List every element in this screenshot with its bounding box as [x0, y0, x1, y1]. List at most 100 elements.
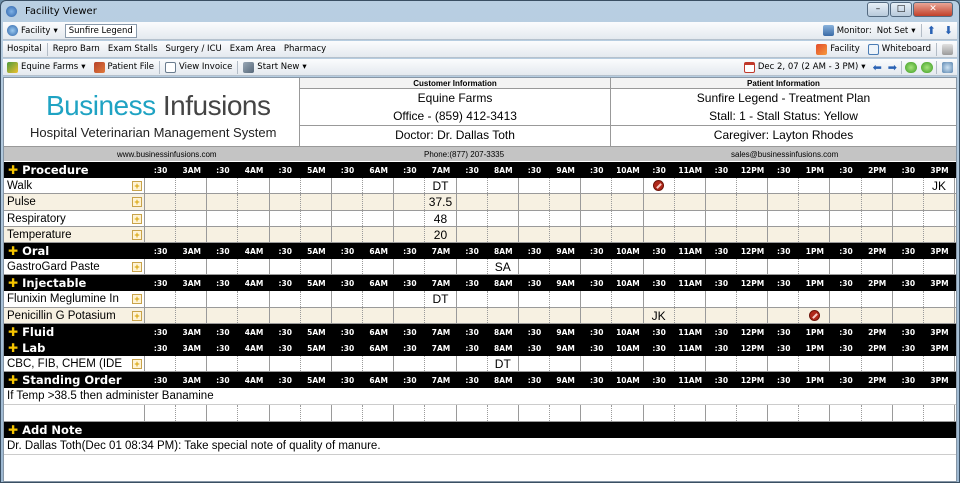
schedule-cell[interactable]: 20 — [425, 226, 457, 243]
schedule-cell[interactable] — [301, 291, 332, 307]
schedule-cell[interactable] — [737, 226, 769, 243]
schedule-cell[interactable] — [238, 178, 270, 194]
schedule-cell[interactable] — [207, 405, 239, 421]
schedule-cell[interactable] — [675, 356, 706, 372]
schedule-cell[interactable] — [145, 307, 177, 324]
equine-farms-dropdown[interactable]: Equine Farms ▾ — [3, 61, 90, 73]
stop-icon[interactable] — [808, 310, 820, 322]
schedule-cell[interactable] — [207, 178, 239, 194]
schedule-cell[interactable] — [519, 178, 551, 194]
schedule-cell[interactable] — [799, 259, 831, 275]
schedule-cell[interactable] — [394, 226, 426, 243]
schedule-cell[interactable] — [830, 194, 862, 210]
schedule-cell[interactable]: DT — [425, 291, 457, 307]
schedule-cell[interactable] — [145, 259, 177, 275]
section-header-injectable[interactable]: ✚ Injectable:30 3AM:30 4AM:30 5AM:30 6AM:30 7A… — [4, 275, 956, 292]
schedule-cell[interactable] — [737, 356, 769, 372]
schedule-cell[interactable] — [675, 291, 706, 307]
schedule-cell[interactable] — [457, 194, 488, 210]
add-icon[interactable]: ✚ — [8, 341, 18, 355]
add-icon[interactable]: ✚ — [8, 244, 18, 258]
schedule-cell[interactable] — [706, 210, 737, 226]
schedule-cell[interactable] — [238, 226, 270, 243]
schedule-cell[interactable] — [799, 226, 831, 243]
schedule-cell[interactable] — [830, 210, 862, 226]
schedule-cell[interactable] — [893, 178, 924, 194]
schedule-cell[interactable] — [270, 194, 301, 210]
schedule-cell[interactable] — [737, 291, 769, 307]
schedule-cell[interactable] — [581, 178, 613, 194]
schedule-cell[interactable] — [581, 291, 613, 307]
schedule-cell[interactable] — [706, 194, 737, 210]
whiteboard-button[interactable]: Whiteboard — [864, 43, 935, 55]
schedule-cell[interactable] — [581, 356, 613, 372]
schedule-cell[interactable] — [768, 356, 800, 372]
schedule-cell[interactable] — [207, 226, 239, 243]
schedule-cell[interactable] — [644, 356, 675, 372]
schedule-cell[interactable] — [612, 356, 644, 372]
schedule-cell[interactable] — [207, 210, 239, 226]
schedule-cell[interactable] — [519, 291, 551, 307]
schedule-cell[interactable] — [830, 356, 862, 372]
schedule-cell[interactable] — [924, 291, 956, 307]
schedule-cell[interactable] — [270, 356, 301, 372]
add-entry-icon[interactable]: + — [132, 229, 142, 240]
schedule-cell[interactable] — [737, 194, 769, 210]
schedule-cell[interactable] — [301, 356, 332, 372]
schedule-cell[interactable] — [270, 178, 301, 194]
schedule-cell[interactable] — [862, 210, 893, 226]
schedule-cell[interactable] — [238, 291, 270, 307]
schedule-cell[interactable] — [207, 194, 239, 210]
add-entry-icon[interactable]: + — [132, 181, 142, 191]
schedule-cell[interactable] — [176, 210, 208, 226]
schedule-cell[interactable] — [270, 405, 301, 421]
schedule-cell[interactable] — [862, 259, 893, 275]
schedule-cell[interactable] — [145, 226, 177, 243]
schedule-cell[interactable] — [737, 307, 769, 324]
schedule-cell[interactable] — [488, 226, 519, 243]
schedule-cell[interactable]: JK — [924, 178, 956, 194]
schedule-cell[interactable] — [893, 226, 924, 243]
schedule-cell[interactable] — [924, 226, 956, 243]
schedule-cell[interactable] — [457, 307, 488, 324]
schedule-cell[interactable] — [519, 210, 551, 226]
schedule-cell[interactable] — [425, 356, 457, 372]
schedule-cell[interactable] — [675, 194, 706, 210]
patient-file-button[interactable]: Patient File — [90, 61, 159, 73]
section-header-standing-order[interactable]: ✚ Standing Order:30 3AM:30 4AM:30 5AM:30 6AM:… — [4, 372, 956, 389]
schedule-cell[interactable] — [550, 405, 582, 421]
facility-input[interactable]: Sunfire Legend — [64, 23, 137, 38]
schedule-cell[interactable] — [238, 194, 270, 210]
schedule-cell[interactable] — [675, 307, 706, 324]
schedule-cell[interactable] — [301, 194, 332, 210]
schedule-cell[interactable] — [893, 307, 924, 324]
schedule-cell[interactable]: JK — [644, 307, 675, 324]
treatment-label[interactable]: Respiratory + — [4, 210, 145, 226]
schedule-cell[interactable] — [145, 210, 177, 226]
schedule-cell[interactable] — [301, 178, 332, 194]
schedule-cell[interactable] — [519, 194, 551, 210]
schedule-cell[interactable] — [924, 259, 956, 275]
schedule-cell[interactable] — [924, 194, 956, 210]
schedule-cell[interactable] — [862, 178, 893, 194]
schedule-cell[interactable] — [644, 405, 675, 421]
schedule-cell[interactable]: DT — [425, 178, 457, 194]
section-header-lab[interactable]: ✚ Lab:30 3AM:30 4AM:30 5AM:30 6AM:30 7AM:30 8AM… — [4, 340, 956, 357]
section-header-oral[interactable]: ✚ Oral:30 3AM:30 4AM:30 5AM:30 6AM:30 7AM:30 8A… — [4, 243, 956, 260]
schedule-cell[interactable]: 48 — [425, 210, 457, 226]
treatment-label[interactable]: GastroGard Paste + — [4, 259, 145, 275]
schedule-cell[interactable] — [644, 226, 675, 243]
schedule-cell[interactable] — [893, 356, 924, 372]
schedule-cell[interactable] — [332, 210, 364, 226]
arrow-left-icon[interactable]: ⬅ — [870, 61, 885, 74]
schedule-cell[interactable] — [519, 405, 551, 421]
add-icon[interactable]: ✚ — [8, 373, 18, 387]
schedule-cell[interactable] — [706, 405, 737, 421]
schedule-cell[interactable] — [550, 259, 582, 275]
facility-dropdown[interactable]: Facility ▾ — [3, 25, 62, 36]
schedule-cell[interactable] — [924, 356, 956, 372]
schedule-cell[interactable] — [425, 307, 457, 324]
schedule-cell[interactable] — [550, 226, 582, 243]
schedule-cell[interactable] — [581, 405, 613, 421]
schedule-cell[interactable] — [799, 405, 831, 421]
